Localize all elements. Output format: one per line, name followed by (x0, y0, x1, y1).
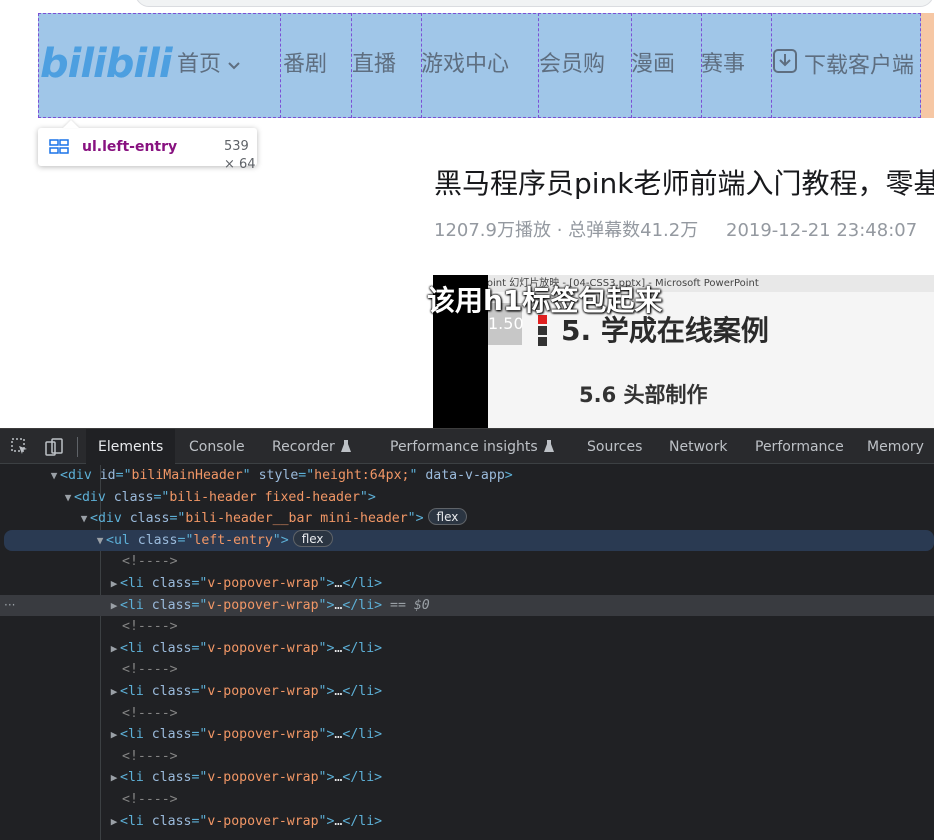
nav-item-label: 下载客户端 (804, 53, 915, 79)
tab-label: Performance insights (390, 439, 538, 455)
collapse-arrow-icon[interactable]: ▼ (48, 465, 60, 487)
highlight-divider (280, 13, 281, 118)
nav-item-esports[interactable]: 赛事 (701, 48, 745, 82)
dom-tree: ▼ <div id="biliMainHeader" style="height:… (0, 465, 934, 840)
nav-item-live[interactable]: 直播 (352, 48, 396, 82)
nav-item-label: 直播 (352, 52, 397, 77)
tooltip-selector: ul.left-entry (82, 139, 178, 155)
collapse-arrow-icon[interactable]: ▼ (62, 487, 74, 509)
nav-item-label: 漫画 (631, 52, 676, 77)
dom-node-li[interactable]: ▶ <li class="v-popover-wrap">…</li> (0, 681, 934, 703)
nav-item-label: 会员购 (539, 52, 606, 77)
expand-arrow-icon[interactable]: ▶ (108, 595, 120, 617)
page-viewport: bilibili 首页 番剧 直播 游戏中心 会员购 漫画 赛事 下载客户端 u… (0, 0, 934, 428)
browser-toolbar-edge (135, 0, 934, 7)
video-title: 黑马程序员pink老师前端入门教程，零基 (434, 167, 934, 200)
slide-bullet-icon (538, 315, 547, 347)
dom-node-li[interactable]: ▶ <li class="v-popover-wrap">…</li> (0, 767, 934, 789)
tab-label: Elements (98, 439, 164, 455)
dom-node-li[interactable]: ▶ <li class="v-popover-wrap">…</li> (0, 724, 934, 746)
expand-arrow-icon[interactable]: ▶ (108, 573, 120, 595)
nav-item-game-center[interactable]: 游戏中心 (421, 48, 509, 82)
tab-label: Network (669, 439, 728, 455)
nav-item-download-client[interactable]: 下载客户端 (772, 48, 914, 85)
chevron-down-icon (227, 48, 241, 82)
dom-node-li[interactable]: ▶ <li class="v-popover-wrap">…</li> (0, 573, 934, 595)
tooltip-dimensions: 539 × 64 (224, 139, 256, 172)
expand-arrow-icon[interactable]: ▶ (108, 724, 120, 746)
tab-performance-insights[interactable]: Performance insights (378, 429, 566, 464)
download-icon (772, 48, 798, 85)
video-subtitle: 该用h1标签包起来 (427, 284, 663, 317)
devtools-tab-bar: Elements Console Recorder Performance in… (0, 429, 934, 464)
expand-arrow-icon[interactable]: ▶ (108, 767, 120, 789)
nav-item-manga[interactable]: 漫画 (631, 48, 675, 82)
more-options-icon[interactable]: ··· (4, 595, 15, 617)
nav-item-label: 番剧 (283, 52, 328, 77)
inspector-tooltip: ul.left-entry 539 × 64 (38, 128, 257, 172)
nav-item-label: 赛事 (701, 52, 746, 77)
expand-arrow-icon[interactable]: ▶ (108, 811, 120, 833)
selected-node-marker: == $0 (390, 597, 430, 613)
tab-recorder[interactable]: Recorder (260, 429, 363, 464)
slide-subheading: 5.6 头部制作 (579, 383, 708, 407)
tab-memory[interactable]: Memory (855, 429, 934, 464)
tab-network[interactable]: Network (657, 429, 739, 464)
collapse-arrow-icon[interactable]: ▼ (78, 508, 90, 530)
dom-comment[interactable]: <!----> (0, 616, 934, 638)
experiment-flask-icon (340, 430, 351, 466)
dom-node-left-entry[interactable]: ▼ <ul class="left-entry"> flex (4, 529, 934, 552)
tab-label: Recorder (272, 439, 335, 455)
nav-item-home[interactable]: 首页 (177, 48, 241, 82)
flex-badge[interactable]: flex (292, 529, 333, 547)
tab-performance[interactable]: Performance (743, 429, 856, 464)
expand-arrow-icon[interactable]: ▶ (108, 638, 120, 660)
inspect-element-icon[interactable] (10, 437, 30, 457)
flex-badge[interactable]: flex (427, 508, 468, 526)
dom-node-header-bar[interactable]: ▼ <div class="bili-header__bar mini-heade… (0, 508, 934, 530)
dom-comment[interactable]: <!----> (0, 746, 934, 768)
dom-node-main-header[interactable]: ▼ <div id="biliMainHeader" style="height:… (0, 465, 934, 487)
dom-comment[interactable]: <!----> (0, 789, 934, 811)
toolbar-separator (77, 437, 78, 457)
dom-comment[interactable]: <!----> (0, 659, 934, 681)
bilibili-logo[interactable]: bilibili (40, 40, 173, 88)
tab-elements[interactable]: Elements (86, 429, 175, 464)
tab-label: Console (189, 439, 245, 455)
video-stats: 1207.9万播放 · 总弹幕数41.2万 (434, 220, 699, 241)
nav-item-vip-shop[interactable]: 会员购 (539, 48, 605, 82)
tab-label: Performance (755, 439, 844, 455)
flex-layout-icon (49, 139, 69, 155)
tab-label: Memory (867, 439, 924, 455)
device-toolbar-icon[interactable] (44, 437, 64, 457)
tab-sources[interactable]: Sources (575, 429, 654, 464)
dom-node-li[interactable]: ▶ <li class="v-popover-wrap">…</li> (0, 638, 934, 660)
experiment-flask-icon (543, 430, 554, 466)
nav-item-label: 首页 (177, 52, 222, 77)
tab-label: Sources (587, 439, 643, 455)
tab-console[interactable]: Console (177, 429, 257, 464)
collapse-arrow-icon[interactable]: ▼ (94, 530, 106, 552)
video-publish-date: 2019-12-21 23:48:07 (726, 220, 918, 241)
nav-item-label: 游戏中心 (421, 52, 510, 77)
devtools-panel: Elements Console Recorder Performance in… (0, 428, 934, 840)
expand-arrow-icon[interactable]: ▶ (108, 681, 120, 703)
dom-comment[interactable]: <!----> (0, 551, 934, 573)
margin-overlay (921, 13, 934, 118)
nav-item-anime[interactable]: 番剧 (283, 48, 327, 82)
dom-node-li-selected[interactable]: ··· ▶ <li class="v-popover-wrap">…</li> =… (0, 594, 934, 617)
dom-comment[interactable]: <!----> (0, 703, 934, 725)
dom-node-bili-header[interactable]: ▼ <div class="bili-header fixed-header"> (0, 487, 934, 509)
dom-node-li[interactable]: ▶ <li class="v-popover-wrap">…</li> (0, 811, 934, 833)
